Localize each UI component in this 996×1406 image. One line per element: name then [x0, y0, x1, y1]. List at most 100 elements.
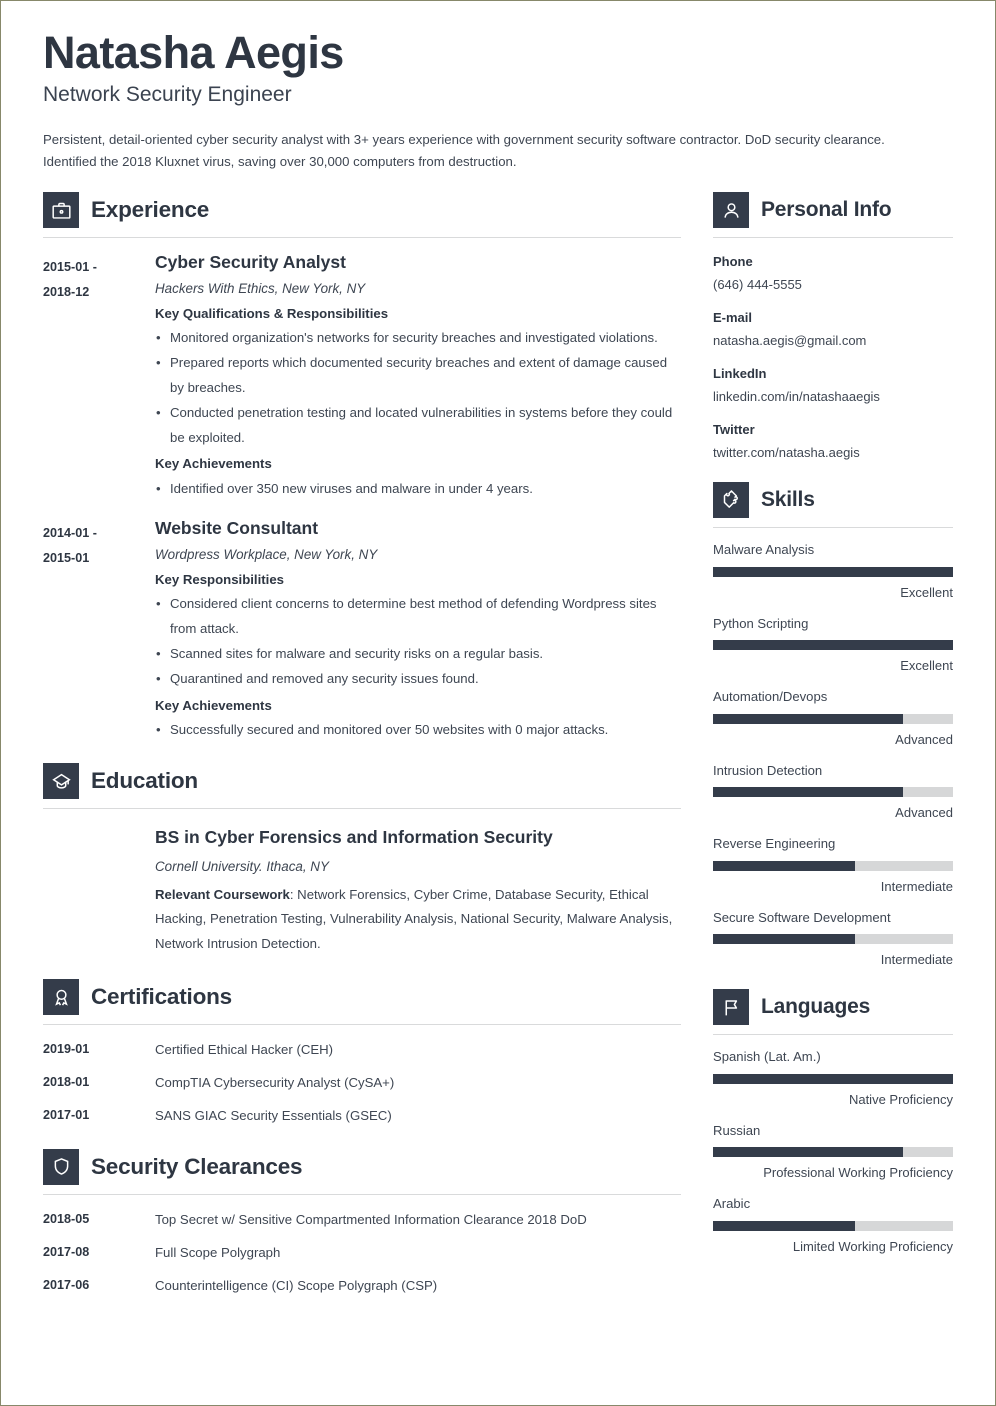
- row-text: Certified Ethical Hacker (CEH): [155, 1042, 334, 1058]
- language-bar-fill: [713, 1147, 903, 1158]
- section-header-personal-info: Personal Info: [713, 192, 953, 229]
- skill-bar-track: [713, 713, 953, 724]
- language-level: Professional Working Proficiency: [763, 1165, 953, 1181]
- entry-bullet-list: Identified over 350 new viruses and malw…: [155, 477, 681, 502]
- entry-date: 2014-01 - 2015-01: [43, 518, 155, 570]
- row-text: Top Secret w/ Sensitive Compartmented In…: [155, 1211, 587, 1227]
- language-name: Arabic: [713, 1196, 751, 1212]
- skill-bar-track: [713, 640, 953, 651]
- list-item: Successfully secured and monitored over …: [155, 718, 681, 743]
- entry-body: Cyber Security Analyst Hackers With Ethi…: [155, 252, 681, 504]
- skill-bar-fill: [713, 713, 903, 724]
- language-bar-track: [713, 1220, 953, 1231]
- shield-icon: [43, 1148, 79, 1185]
- section-title-certifications: Certifications: [91, 984, 232, 1010]
- entry-bullet-list: Considered client concerns to determine …: [155, 592, 681, 691]
- list-item: Prepared reports which documented securi…: [155, 351, 681, 401]
- entry-bullet-list: Monitored organization's networks for se…: [155, 326, 681, 450]
- experience-entry: 2015-01 - 2018-12 Cyber Security Analyst…: [43, 238, 681, 504]
- skill-rating: Intrusion Detection Advanced: [713, 762, 953, 823]
- skill-name: Secure Software Development: [713, 909, 891, 925]
- skill-level: Advanced: [895, 731, 953, 747]
- graduation-cap-icon: [43, 763, 79, 800]
- section-header-skills: Skills: [713, 482, 953, 519]
- education-entry: BS in Cyber Forensics and Information Se…: [43, 809, 681, 957]
- contact-field-phone: Phone (646) 444-5555: [713, 252, 953, 294]
- field-value[interactable]: linkedin.com/in/natashaaegis: [713, 387, 953, 407]
- content-columns: Experience 2015-01 - 2018-12 Cyber Secur…: [43, 192, 953, 1298]
- section-education: Education BS in Cyber Forensics and Info…: [43, 763, 681, 957]
- main-column: Experience 2015-01 - 2018-12 Cyber Secur…: [43, 192, 681, 1298]
- skill-level: Intermediate: [880, 952, 953, 968]
- row-text: Counterintelligence (CI) Scope Polygraph…: [155, 1277, 438, 1293]
- language-name: Russian: [713, 1122, 761, 1138]
- field-value[interactable]: natasha.aegis@gmail.com: [713, 331, 953, 351]
- row-text: Full Scope Polygraph: [155, 1244, 281, 1260]
- resume-page: Natasha Aegis Network Security Engineer …: [0, 0, 996, 1406]
- skill-name: Python Scripting: [713, 615, 809, 631]
- list-item: Identified over 350 new viruses and malw…: [155, 477, 681, 502]
- section-header-experience: Experience: [43, 192, 681, 229]
- skill-bar-fill: [713, 934, 855, 945]
- section-title-languages: Languages: [761, 995, 871, 1019]
- skill-name: Intrusion Detection: [713, 762, 823, 778]
- skill-rating: Python Scripting Excellent: [713, 615, 953, 676]
- field-label: LinkedIn: [713, 366, 767, 382]
- page-title: Natasha Aegis: [43, 27, 344, 78]
- language-level: Limited Working Proficiency: [792, 1238, 953, 1254]
- skill-name: Automation/Devops: [713, 689, 828, 705]
- table-row: 2019-01 Certified Ethical Hacker (CEH): [43, 1025, 681, 1058]
- field-value[interactable]: twitter.com/natasha.aegis: [713, 443, 953, 463]
- entry-group-heading: Key Achievements: [155, 697, 272, 713]
- list-item: Considered client concerns to determine …: [155, 592, 681, 642]
- section-header-certifications: Certifications: [43, 979, 681, 1016]
- entry-date-end: 2018-12: [43, 284, 90, 299]
- row-date: 2018-05: [43, 1211, 90, 1226]
- flag-icon: [713, 989, 749, 1026]
- section-header-languages: Languages: [713, 989, 953, 1026]
- entry-role: Cyber Security Analyst: [155, 252, 346, 273]
- language-rating: Spanish (Lat. Am.) Native Proficiency: [713, 1048, 953, 1109]
- puzzle-piece-icon: [713, 482, 749, 519]
- briefcase-icon: [43, 192, 79, 229]
- education-body: BS in Cyber Forensics and Information Se…: [155, 827, 681, 957]
- section-title-skills: Skills: [761, 488, 815, 512]
- section-title-personal-info: Personal Info: [761, 198, 892, 222]
- language-bar-fill: [713, 1220, 855, 1231]
- section-languages: Languages Spanish (Lat. Am.) Native Prof…: [713, 989, 953, 1256]
- education-coursework: Relevant Coursework: Network Forensics, …: [155, 883, 681, 957]
- divider: [713, 1034, 953, 1036]
- section-certifications: Certifications 2019-01 Certified Ethical…: [43, 979, 681, 1124]
- skill-level: Advanced: [895, 805, 953, 821]
- table-row: 2018-01 CompTIA Cybersecurity Analyst (C…: [43, 1058, 681, 1091]
- contact-field-twitter: Twitter twitter.com/natasha.aegis: [713, 420, 953, 462]
- language-bar-fill: [713, 1073, 953, 1084]
- field-label: E-mail: [713, 310, 753, 326]
- language-rating: Russian Professional Working Proficiency: [713, 1122, 953, 1183]
- entry-organization: Wordpress Workplace, New York, NY: [155, 547, 378, 563]
- skill-bar-track: [713, 787, 953, 798]
- skill-rating: Automation/Devops Advanced: [713, 688, 953, 749]
- row-date: 2017-06: [43, 1277, 90, 1292]
- list-item: Scanned sites for malware and security r…: [155, 642, 681, 667]
- section-personal-info: Personal Info Phone (646) 444-5555 E-mai…: [713, 192, 953, 462]
- section-title-education: Education: [91, 768, 198, 794]
- row-date: 2017-01: [43, 1108, 90, 1123]
- field-label: Twitter: [713, 422, 755, 438]
- list-item: Conducted penetration testing and locate…: [155, 401, 681, 451]
- row-text: CompTIA Cybersecurity Analyst (CySA+): [155, 1075, 395, 1091]
- profile-summary: Persistent, detail-oriented cyber securi…: [43, 131, 885, 170]
- list-item: Monitored organization's networks for se…: [155, 326, 681, 351]
- list-item: Quarantined and removed any security iss…: [155, 667, 681, 692]
- entry-body: Website Consultant Wordpress Workplace, …: [155, 518, 681, 745]
- entry-group-heading: Key Achievements: [155, 456, 272, 472]
- skill-bar-fill: [713, 787, 903, 798]
- contact-field-linkedin: LinkedIn linkedin.com/in/natashaaegis: [713, 364, 953, 406]
- entry-date: 2015-01 - 2018-12: [43, 252, 155, 304]
- field-value: (646) 444-5555: [713, 276, 802, 292]
- divider: [713, 527, 953, 529]
- entry-date-start: 2014-01 -: [43, 526, 97, 541]
- experience-entry: 2014-01 - 2015-01 Website Consultant Wor…: [43, 504, 681, 745]
- skill-name: Reverse Engineering: [713, 836, 836, 852]
- language-level: Native Proficiency: [848, 1091, 953, 1107]
